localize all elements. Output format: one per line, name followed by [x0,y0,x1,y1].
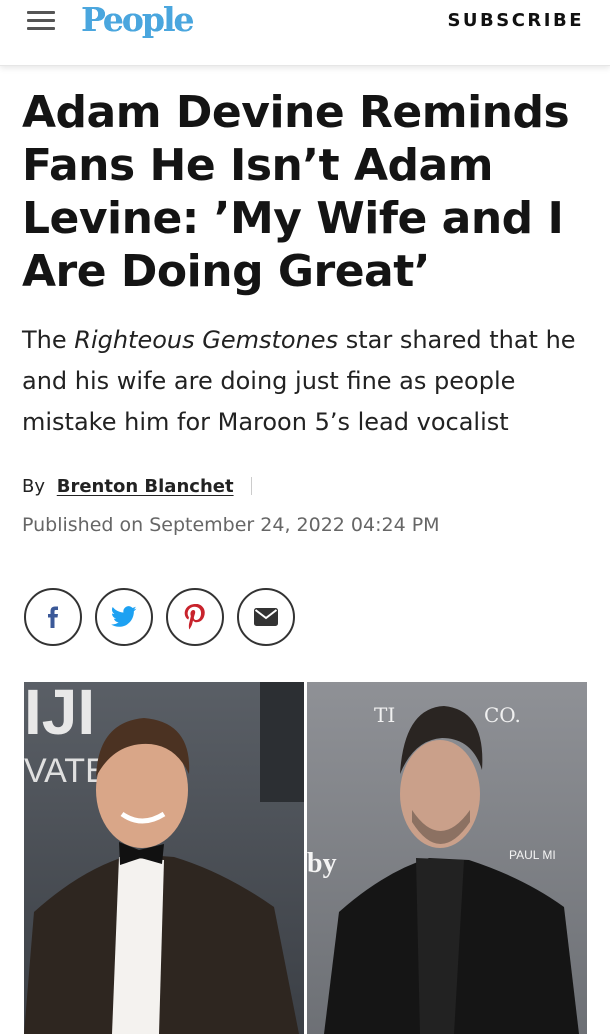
right-backdrop-text: PAUL MI [509,848,556,862]
share-bar [24,588,295,646]
dek-show-title: Righteous Gemstones [74,326,339,354]
site-header: People SUBSCRIBE [0,0,610,66]
hamburger-menu-icon[interactable] [27,11,55,33]
right-backdrop-text: CO. [484,703,521,727]
published-date: Published on September 24, 2022 04:24 PM [22,514,440,536]
right-backdrop-text: by [307,848,337,879]
byline: By Brenton Blanchet [22,476,253,497]
menu-line [27,27,55,30]
left-shirt [112,857,164,1034]
subscribe-button[interactable]: SUBSCRIBE [447,10,584,31]
left-backdrop-logo: IJI [24,682,95,748]
share-twitter-button[interactable] [95,588,153,646]
share-email-button[interactable] [237,588,295,646]
pinterest-icon [184,604,205,630]
article-hero-image: IJI VATER TI CO. by PAUL MI [24,682,587,1034]
people-logo[interactable]: People [81,0,195,39]
byline-divider [251,477,253,495]
email-icon [254,608,278,626]
dek-prefix: The [22,326,75,354]
left-backdrop-panel [260,682,304,802]
menu-line [27,11,55,14]
author-link[interactable]: Brenton Blanchet [57,476,234,497]
menu-line [27,19,55,22]
twitter-icon [111,606,137,627]
share-pinterest-button[interactable] [166,588,224,646]
share-facebook-button[interactable] [24,588,82,646]
facebook-icon [48,606,58,628]
byline-prefix: By [22,476,46,497]
article-headline: Adam Devine Reminds Fans He Isn’t Adam L… [22,87,570,297]
hero-photo-illustration: IJI VATER TI CO. by PAUL MI [24,682,587,1034]
right-backdrop-text: TI [374,703,395,727]
article-dek: The Righteous Gemstones star shared that… [22,320,592,443]
